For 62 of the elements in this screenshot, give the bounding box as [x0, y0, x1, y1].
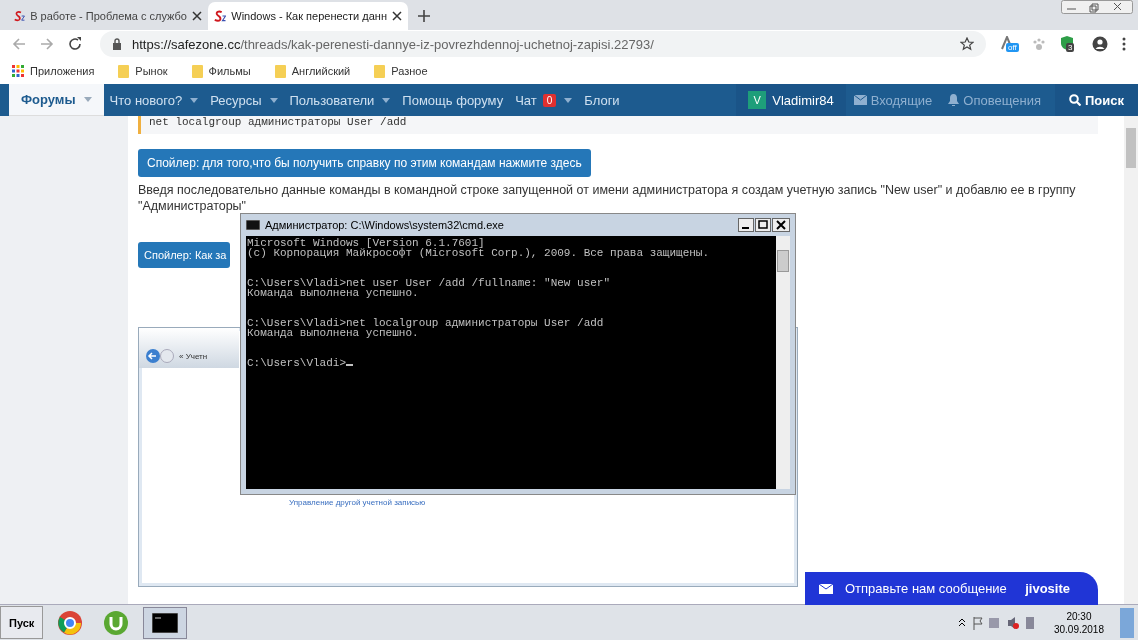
count-badge: 0 [542, 93, 557, 107]
breadcrumb: « Учетн [179, 351, 208, 361]
site-logo-icon [214, 9, 227, 23]
torrent-icon[interactable] [103, 609, 130, 636]
start-button[interactable]: Пуск [0, 606, 44, 639]
address-field[interactable]: https://safezone.cc/threads/kak-perenesti-dannye-iz-povrezhdennoj-uchetnoj-zapisi.22793/ [100, 31, 986, 57]
close-icon[interactable] [192, 11, 202, 21]
window-title: Администратор: C:\Windows\system32\cmd.exe [265, 219, 504, 231]
bookmark[interactable]: Приложения [30, 65, 95, 77]
bookmark[interactable]: Английский [291, 65, 351, 77]
browser-tab[interactable]: Windows - Как перенести данн [208, 2, 408, 30]
brand-text: jivosite [1025, 581, 1070, 596]
apps-grid-icon[interactable] [12, 65, 24, 77]
window-controls[interactable] [738, 218, 790, 232]
user-menu[interactable]: V Vladimir84 [736, 84, 846, 116]
clock-date: 30.09.2018 [1053, 622, 1104, 636]
url-text: https://safezone.cc/threads/kak-perenesti-dannye-iz-povrezhdennoj-uchetnoj-zapisi.22793/ [132, 36, 655, 52]
new-tab-icon[interactable] [418, 10, 430, 22]
menu-icon[interactable] [1122, 37, 1126, 51]
tab-title: В работе - Проблема с службо [30, 10, 187, 22]
back-icon [145, 348, 175, 364]
clock-time: 20:30 [1066, 609, 1092, 623]
chat-label: Отправьте нам сообщение [845, 581, 1008, 596]
nav-tab[interactable]: Форумы [9, 84, 104, 116]
spoiler-button[interactable]: Спойлер: Как за [138, 242, 231, 268]
nav-tab[interactable]: Помощь форуму [396, 84, 510, 116]
nav-tab[interactable]: Что нового? [103, 84, 205, 116]
star-icon[interactable] [960, 37, 974, 51]
spoiler-button[interactable]: Спойлер: для того,что бы получить справку по этим командам нажмите здесь [138, 149, 591, 177]
nav-tab[interactable]: Ресурсы [204, 84, 284, 116]
console-icon [246, 220, 260, 230]
search-icon [1069, 94, 1081, 106]
lock-icon [112, 38, 122, 50]
bookmark[interactable]: Разное [391, 65, 428, 77]
browser-tab[interactable]: В работе - Проблема с службо [8, 2, 208, 30]
chat-widget[interactable]: Отправьте нам сообщение jivosite [805, 572, 1098, 605]
site-logo-icon [14, 9, 26, 23]
reload-icon[interactable] [68, 37, 82, 51]
scrollbar[interactable] [776, 236, 790, 489]
back-icon[interactable] [12, 37, 26, 51]
username: Vladimir84 [772, 92, 834, 108]
nav-tab[interactable]: Блоги [578, 84, 626, 116]
profile-icon[interactable] [1092, 36, 1108, 52]
scrollbar[interactable] [1124, 116, 1138, 604]
bell-icon [948, 94, 960, 106]
envelope-icon [853, 95, 867, 105]
console-taskbar-button[interactable] [143, 606, 188, 639]
nav-tab[interactable]: Пользователи [283, 84, 397, 116]
avatar-initial: V [748, 91, 767, 109]
nav-tab[interactable]: Чат 0 [509, 84, 579, 116]
console-output: Microsoft Windows [Version 6.1.7601] (c) Корпорация Майкрософт (Microsoft Corp.), 2009. Все права защищены. C:\Users\Vladi>net user User /add /fullname: "New user" Команда выполнена успешно. C:\Users\Vladi>net localgroup администраторы User /add Команда выполнена успешно. C:\Users\Vladi> [246, 236, 711, 371]
bookmark[interactable]: Рынок [135, 65, 168, 77]
bookmark[interactable]: Фильмы [208, 65, 251, 77]
paragraph-line: Введя последовательно данные команды в командной строке запущенной от имени администратора я создам учетную запись "New user" и добавлю ее в группу [138, 182, 1076, 198]
code-line: net localgroup администраторы User /add [149, 116, 407, 128]
envelope-icon [819, 583, 833, 594]
paragraph-line: "Администраторы" [138, 198, 247, 214]
forward-icon[interactable] [40, 37, 54, 51]
tab-title: Windows - Как перенести данн [231, 10, 387, 22]
chrome-icon[interactable] [57, 609, 84, 636]
close-icon[interactable] [392, 11, 402, 21]
console-icon [152, 612, 179, 633]
